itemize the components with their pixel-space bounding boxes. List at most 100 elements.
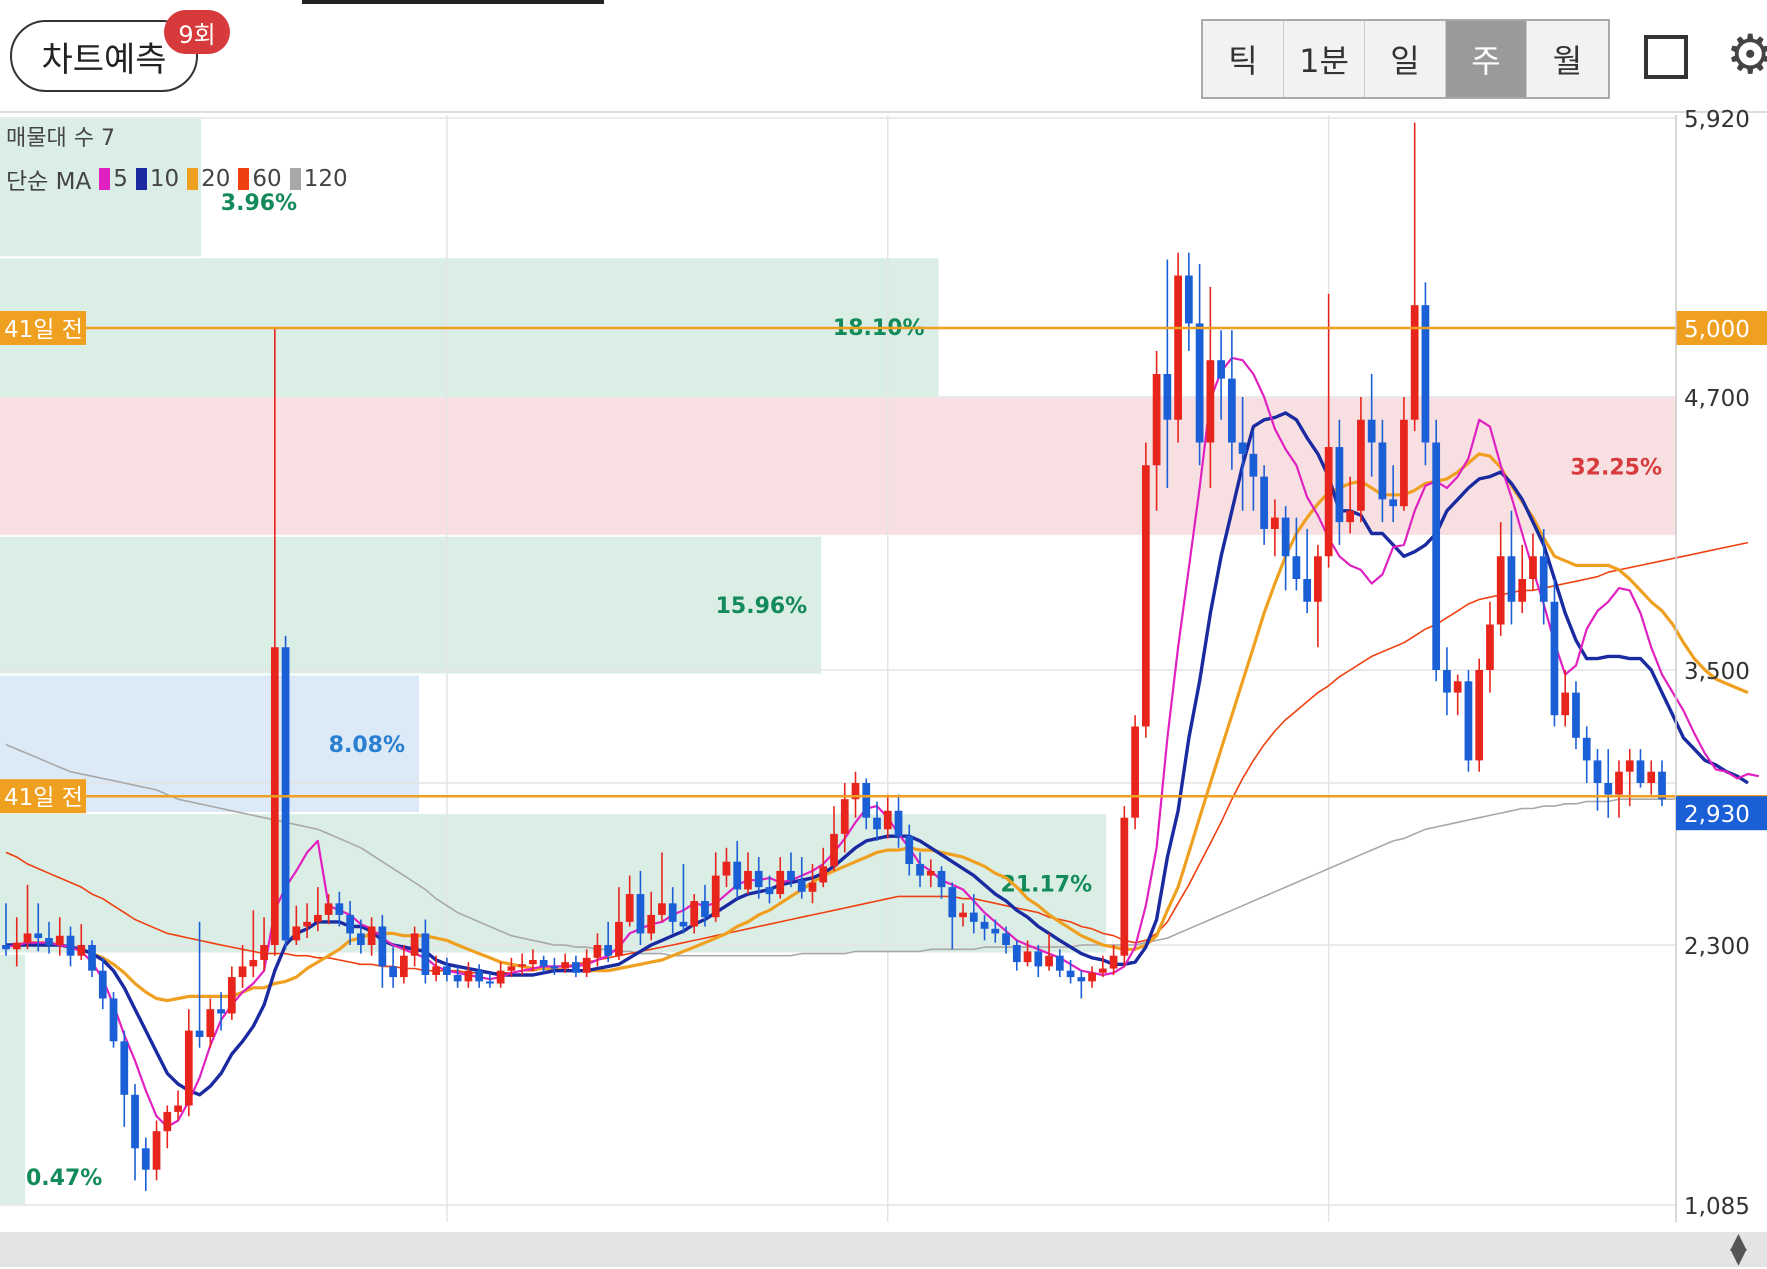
candle-body <box>1303 579 1312 602</box>
candle-body <box>1475 670 1484 761</box>
candle-body <box>260 945 268 960</box>
candle-body <box>163 1111 172 1132</box>
candle-body <box>808 882 817 892</box>
volume-profile-count-label: 매물대 수 7 <box>6 126 115 151</box>
candle-body <box>840 799 849 834</box>
candle-body <box>668 903 677 922</box>
candle-body <box>1152 374 1161 466</box>
candle-body <box>754 870 763 888</box>
ma-period-label: 20 <box>201 166 231 192</box>
candle-body <box>593 945 602 958</box>
candle-body <box>1604 783 1613 795</box>
candle-body <box>647 914 656 934</box>
candle-body <box>45 938 53 945</box>
candle-body <box>98 970 107 999</box>
candle-body <box>1184 275 1193 324</box>
ma-legend: 단순 MA 5 10 20 60 120 <box>6 162 348 196</box>
candle-body <box>1561 692 1570 716</box>
candle-body <box>1593 760 1602 783</box>
candle-body <box>1077 977 1086 982</box>
candle-body <box>625 894 634 922</box>
candle-body <box>356 933 365 945</box>
volume-profile-pct-label: 8.08% <box>329 733 405 758</box>
candle-body <box>1271 517 1279 529</box>
candle-body <box>1034 951 1043 967</box>
candle-body <box>1378 442 1387 500</box>
candle-body <box>518 964 527 967</box>
candle-body <box>23 933 32 943</box>
candle-body <box>873 817 881 830</box>
candle-body <box>1066 970 1075 978</box>
candle-body <box>1421 305 1430 443</box>
candle-body <box>765 887 774 895</box>
candle-body <box>335 903 344 915</box>
candle-body <box>486 981 494 984</box>
candle-body <box>292 926 301 941</box>
ma-color-swatch <box>187 168 199 190</box>
reference-tag-label: 41일 전 <box>4 785 83 811</box>
candle-body <box>1088 972 1096 982</box>
candle-body <box>496 970 505 984</box>
candle-body <box>948 887 957 918</box>
ma-color-swatch <box>135 168 147 190</box>
candle-body <box>464 970 473 982</box>
candle-body <box>1647 771 1656 783</box>
candle-body <box>539 959 548 967</box>
y-tick-label: 3,500 <box>1684 659 1750 685</box>
candle-body <box>1292 556 1301 579</box>
candle-body <box>722 861 731 876</box>
candle-body <box>636 894 645 934</box>
candle-body <box>324 903 333 915</box>
candle-body <box>1496 556 1505 625</box>
candle-body <box>1357 419 1365 511</box>
ma-period-label: 5 <box>113 166 128 192</box>
scroll-handle-icon[interactable]: ▲ ▼ <box>1730 1231 1747 1268</box>
y-tick-label: 2,300 <box>1684 934 1750 960</box>
candle-body <box>238 966 247 978</box>
candle-body <box>1195 323 1204 443</box>
y-tick-label: 4,700 <box>1684 386 1750 412</box>
candle-body <box>1141 465 1150 727</box>
candle-body <box>1636 760 1645 783</box>
candle-body <box>475 970 484 982</box>
candle-body <box>1055 955 1064 971</box>
ma-period-label: 10 <box>149 166 180 192</box>
candle-body <box>711 875 720 918</box>
candle-body <box>399 955 408 978</box>
candle-body <box>1238 442 1247 454</box>
candle-body <box>152 1131 161 1170</box>
candle-body <box>787 870 795 881</box>
candle-body <box>1464 681 1473 761</box>
candle-body <box>615 921 623 956</box>
candle-body <box>1572 692 1580 738</box>
candle-body <box>303 921 311 927</box>
candle-body <box>830 833 838 867</box>
reference-price-label: 5,000 <box>1684 317 1750 343</box>
candle-body <box>1389 499 1398 507</box>
candle-body <box>1400 419 1408 507</box>
candle-body <box>249 959 258 967</box>
candle-body <box>346 914 354 934</box>
candle-body <box>776 870 785 895</box>
candle-body <box>679 921 688 927</box>
candle-body <box>980 921 989 929</box>
candle-body <box>1002 933 1010 945</box>
candle-body <box>937 870 946 888</box>
candle-body <box>1227 378 1236 443</box>
candle-body <box>1109 955 1118 969</box>
candle-body <box>1539 556 1548 602</box>
candle-body <box>1486 624 1494 670</box>
candle-body <box>1098 968 1107 973</box>
candle-body <box>604 945 613 956</box>
candle-body <box>227 977 236 1014</box>
ma-color-swatch <box>238 168 250 190</box>
candle-body <box>550 966 559 969</box>
candle-body <box>1625 760 1634 772</box>
reference-tag-label: 41일 전 <box>4 317 83 343</box>
time-scrollbar[interactable] <box>0 1232 1767 1267</box>
candle-body <box>206 1009 215 1038</box>
candle-body <box>797 880 806 892</box>
candle-body <box>389 966 397 978</box>
candle-body <box>1410 305 1419 420</box>
candle-body <box>120 1041 129 1095</box>
